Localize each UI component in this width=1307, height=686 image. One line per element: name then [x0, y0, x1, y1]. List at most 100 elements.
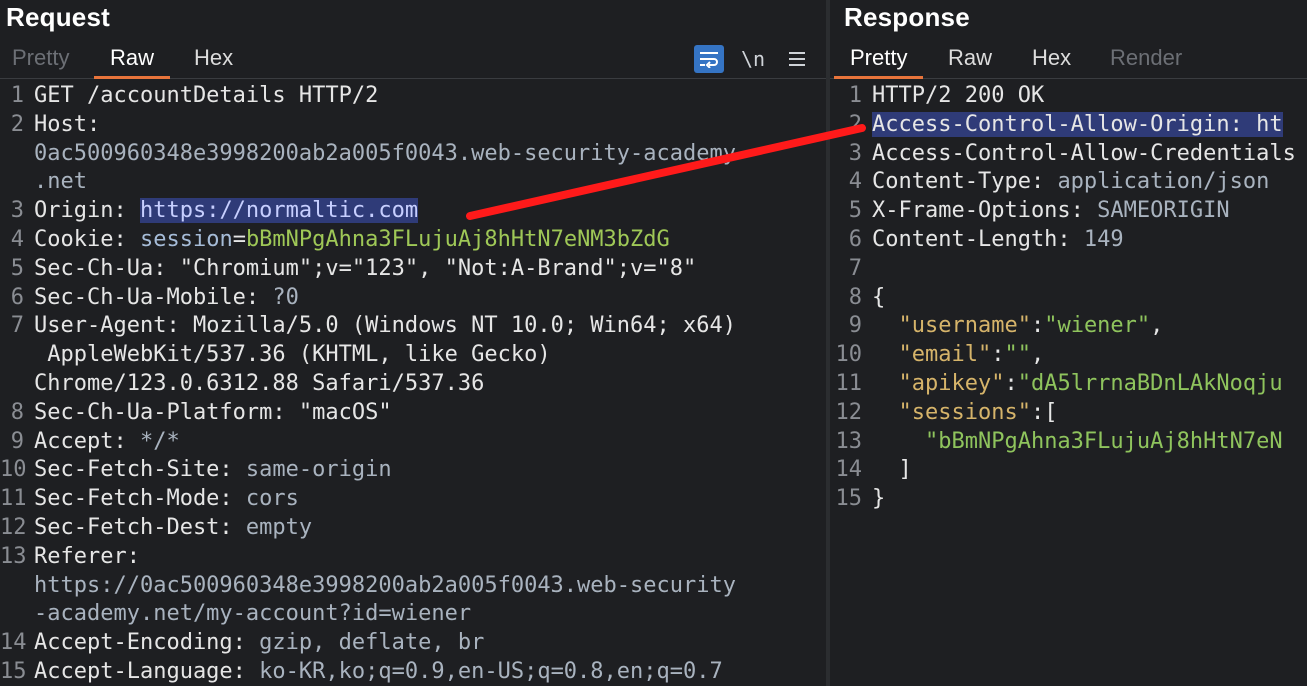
code-token: same-origin — [245, 457, 392, 483]
line-text: Access-Control-Allow-Credentials — [872, 140, 1296, 169]
code-token: "macOS" — [298, 399, 392, 425]
code-token: empty — [245, 514, 313, 540]
line-number: 8 — [848, 284, 862, 310]
line-number: 15 — [835, 486, 863, 512]
line-text: ] — [872, 456, 911, 485]
line-text: Cookie: session=bBmNPgAhna3FLujuAj8hHtN7… — [34, 226, 670, 255]
line-number: 1 — [848, 83, 862, 108]
code-token: SAMEORIGIN — [1097, 198, 1230, 224]
line-text: { — [872, 284, 885, 313]
code-token: bBmNPgAhna3FLujuAj8hHtN7eNM3bZdG — [245, 226, 670, 252]
line-number: 3 — [10, 198, 24, 224]
response-tab-raw[interactable]: Raw — [932, 42, 1008, 76]
request-line: -academy.net/my-account?id=wiener — [0, 600, 826, 629]
request-line: Chrome/123.0.6312.88 Safari/537.36 — [0, 370, 826, 399]
code-token: .net — [34, 169, 87, 195]
code-token: application/json — [1057, 169, 1270, 195]
response-tab-render[interactable]: Render — [1094, 42, 1198, 76]
line-number: 8 — [10, 399, 24, 425]
request-tab-hex[interactable]: Hex — [178, 42, 249, 76]
show-newlines-button[interactable]: \n — [738, 45, 768, 73]
code-token: , — [1150, 313, 1164, 339]
request-line: 5 Sec-Ch-Ua: "Chromium";v="123", "Not:A-B… — [0, 255, 826, 284]
response-line: 9 "username":"wiener", — [830, 312, 1307, 341]
line-number: 4 — [10, 226, 24, 252]
response-tab-pretty[interactable]: Pretty — [834, 42, 924, 79]
request-tab-raw[interactable]: Raw — [94, 42, 171, 79]
request-tab-pretty[interactable]: Pretty — [0, 42, 85, 76]
line-text: Origin: https://normaltic.com — [34, 197, 419, 226]
code-token: Mozilla/5.0 (Windows NT 10.0; Win64; x64… — [192, 313, 737, 339]
code-token: HTTP/2 200 OK — [872, 83, 1045, 108]
line-text: GET /accountDetails HTTP/2 — [34, 82, 378, 111]
code-token: Sec-Ch-Ua-Mobile: — [34, 284, 273, 310]
request-line: AppleWebKit/537.36 (KHTML, like Gecko) — [0, 341, 826, 370]
line-text: } — [872, 485, 885, 514]
line-text: "bBmNPgAhna3FLujuAj8hHtN7eN — [872, 428, 1283, 457]
code-token: Host: — [34, 111, 101, 137]
request-line: 15 Accept-Language: ko-KR,ko;q=0.9,en-US;… — [0, 658, 826, 686]
line-text: "email":"", — [872, 341, 1045, 370]
line-number: 5 — [10, 255, 24, 281]
code-token: : — [1030, 313, 1045, 339]
response-line: 12 "sessions":[ — [830, 399, 1307, 428]
line-number: 14 — [835, 457, 863, 483]
line-number: 6 — [848, 226, 862, 252]
code-token: "sessions" — [898, 399, 1031, 425]
code-token: } — [872, 486, 886, 512]
response-line: 6 Content-Length: 149 — [830, 226, 1307, 255]
code-token: "wiener" — [1044, 313, 1151, 339]
line-text: Sec-Fetch-Mode: cors — [34, 485, 299, 514]
code-token: https://0ac500960348e3998200ab2a005f0043… — [34, 572, 736, 598]
response-editor[interactable]: 1 HTTP/2 200 OK 2 Access-Control-Allow-Orig… — [830, 82, 1307, 514]
code-token: Sec-Ch-Ua: — [34, 255, 180, 281]
request-line: 10 Sec-Fetch-Site: same-origin — [0, 456, 826, 485]
code-token: */* — [139, 428, 180, 454]
hamburger-menu-icon[interactable] — [782, 45, 812, 73]
code-token: Access-Control-Allow-Credentials — [872, 140, 1296, 166]
code-token: Sec-Ch-Ua-Platform: — [34, 399, 299, 425]
code-token: "email" — [898, 342, 992, 368]
code-token: AppleWebKit/537.36 (KHTML, like Gecko) — [34, 342, 551, 368]
line-number: 3 — [848, 140, 862, 166]
code-token: X-Frame-Options: — [872, 198, 1098, 224]
code-token: Origin: — [34, 198, 140, 224]
response-tab-hex[interactable]: Hex — [1016, 42, 1087, 76]
code-token: "dA5lrrnaBDnLAkNoqju — [1017, 370, 1283, 396]
code-token: 149 — [1083, 226, 1124, 252]
request-editor[interactable]: 1 GET /accountDetails HTTP/2 2 Host: 0ac5009… — [0, 82, 826, 686]
line-text: Sec-Ch-Ua-Platform: "macOS" — [34, 399, 392, 428]
line-text: Accept-Language: ko-KR,ko;q=0.9,en-US;q=… — [34, 658, 723, 686]
response-line: 14 ] — [830, 456, 1307, 485]
request-line: 0ac500960348e3998200ab2a005f0043.web-sec… — [0, 140, 826, 169]
line-text: -academy.net/my-account?id=wiener — [34, 600, 471, 629]
request-line: 1 GET /accountDetails HTTP/2 — [0, 82, 826, 111]
line-text: 0ac500960348e3998200ab2a005f0043.web-sec… — [34, 140, 736, 169]
code-token: Content-Type: — [872, 169, 1058, 195]
line-text: Referer: — [34, 543, 140, 572]
request-line: 2 Host: — [0, 111, 826, 140]
line-text: Host: — [34, 111, 100, 140]
code-token: Accept-Language: — [34, 658, 260, 684]
line-text: "sessions":[ — [872, 399, 1058, 428]
wrap-lines-icon[interactable] — [694, 45, 724, 73]
line-number: 6 — [10, 284, 24, 310]
line-text: Chrome/123.0.6312.88 Safari/537.36 — [34, 370, 484, 399]
code-token: { — [872, 284, 886, 310]
response-tabs: Pretty Raw Hex Render — [830, 42, 1307, 79]
line-number: 10 — [835, 342, 863, 368]
line-number: 11 — [0, 486, 27, 512]
code-token: Sec-Fetch-Mode: — [34, 486, 246, 512]
code-token: Accept: — [34, 428, 140, 454]
line-text: X-Frame-Options: SAMEORIGIN — [872, 197, 1230, 226]
line-text: AppleWebKit/537.36 (KHTML, like Gecko) — [34, 341, 551, 370]
request-line: 7 User-Agent: Mozilla/5.0 (Windows NT 10.… — [0, 312, 826, 341]
line-number: 14 — [0, 630, 27, 656]
response-line: 10 "email":"", — [830, 341, 1307, 370]
line-number: 2 — [10, 111, 24, 137]
response-line: 7 — [830, 255, 1307, 284]
line-text: .net — [34, 168, 87, 197]
